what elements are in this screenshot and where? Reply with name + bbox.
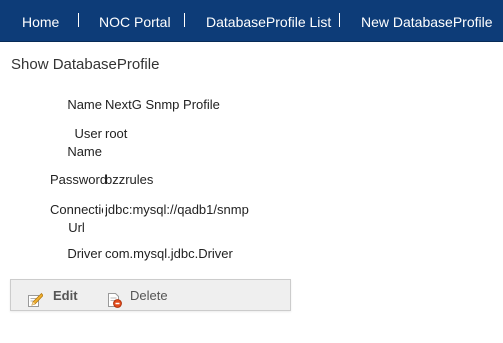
delete-document-icon bbox=[106, 288, 122, 308]
property-value-password: bzzrules bbox=[105, 172, 154, 187]
nav-separator bbox=[184, 13, 185, 27]
delete-button[interactable]: Delete bbox=[106, 280, 186, 310]
nav-databaseprofile-list-link[interactable]: DatabaseProfile List bbox=[206, 0, 331, 42]
property-value-user-name: root bbox=[105, 126, 128, 141]
top-nav: Home NOC Portal DatabaseProfile List New… bbox=[0, 0, 503, 42]
property-label-password: Password bbox=[50, 172, 108, 187]
nav-noc-portal-link[interactable]: NOC Portal bbox=[99, 0, 171, 42]
property-label-name: Name bbox=[67, 97, 102, 112]
edit-button[interactable]: Edit bbox=[27, 280, 87, 310]
property-label-user-name: User Name bbox=[67, 126, 102, 159]
nav-home-link[interactable]: Home bbox=[22, 0, 59, 42]
edit-button-label: Edit bbox=[53, 288, 78, 303]
property-value-connection-url: jdbc:mysql://qadb1/snmp bbox=[105, 202, 249, 217]
button-bar: Edit Delete bbox=[10, 279, 291, 311]
nav-separator bbox=[339, 13, 340, 27]
edit-pencil-icon bbox=[27, 288, 44, 307]
page-title: Show DatabaseProfile bbox=[11, 56, 160, 73]
property-label-connection-url: Connection Url bbox=[50, 202, 103, 235]
delete-button-label: Delete bbox=[130, 288, 168, 303]
property-value-driver: com.mysql.jdbc.Driver bbox=[105, 246, 233, 261]
nav-new-databaseprofile-link[interactable]: New DatabaseProfile bbox=[361, 0, 493, 42]
nav-separator bbox=[78, 13, 79, 27]
property-label-driver: Driver bbox=[67, 246, 102, 261]
property-value-name: NextG Snmp Profile bbox=[105, 97, 220, 112]
